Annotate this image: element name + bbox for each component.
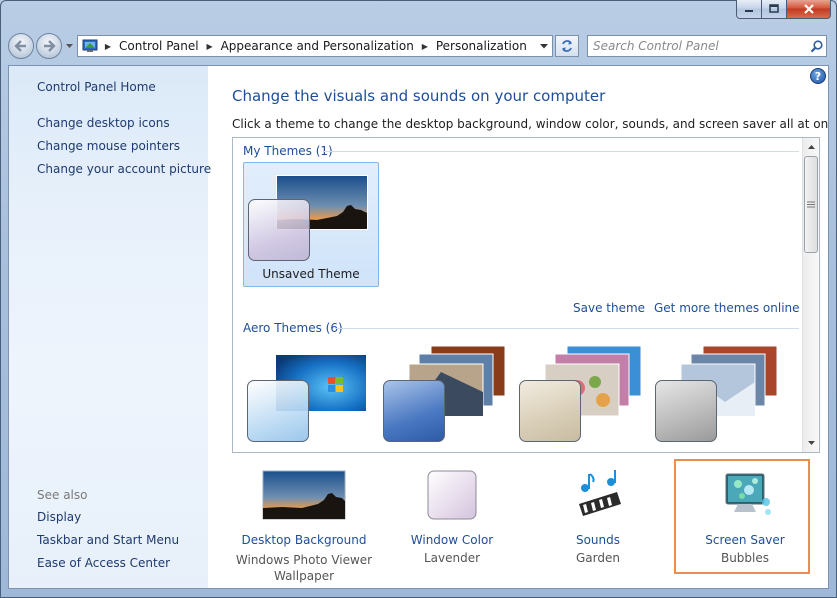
- screen-saver-highlight: [674, 459, 810, 574]
- save-theme-link[interactable]: Save theme: [573, 301, 645, 315]
- themes-scrollbar[interactable]: [802, 138, 819, 452]
- forward-arrow-icon: [44, 40, 56, 52]
- grip-icon: [807, 201, 815, 208]
- theme-architecture[interactable]: [379, 342, 515, 452]
- scroll-down-button[interactable]: [803, 434, 819, 451]
- refresh-icon: [562, 40, 572, 52]
- theme-characters[interactable]: [515, 342, 651, 452]
- sounds-link[interactable]: Sounds: [528, 532, 668, 548]
- minimize-icon: [745, 10, 753, 12]
- aero-themes-heading: Aero Themes (6): [243, 321, 343, 335]
- see-also-ease-of-access[interactable]: Ease of Access Center: [37, 556, 170, 570]
- breadcrumb-separator-icon[interactable]: ▶: [418, 42, 432, 51]
- back-button[interactable]: [8, 33, 34, 59]
- chevron-up-icon: [807, 144, 815, 149]
- scroll-up-button[interactable]: [803, 138, 819, 155]
- chevron-down-icon: [65, 43, 73, 48]
- client-area: Control Panel Home Change desktop icons …: [8, 65, 829, 589]
- refresh-button[interactable]: [555, 35, 579, 57]
- main-content: ? Change the visuals and sounds on your …: [208, 66, 828, 588]
- scroll-thumb[interactable]: [804, 156, 818, 253]
- see-also-display[interactable]: Display: [37, 510, 81, 524]
- breadcrumb-personalization[interactable]: Personalization: [432, 39, 531, 53]
- theme-name: Unsaved Theme: [262, 267, 360, 281]
- forward-button[interactable]: [36, 33, 62, 59]
- minimize-button[interactable]: [736, 0, 762, 19]
- theme-unsaved[interactable]: Unsaved Theme: [243, 162, 379, 287]
- breadcrumb-separator-icon[interactable]: ▶: [101, 42, 115, 51]
- section-divider: [335, 328, 799, 329]
- get-more-themes-link[interactable]: Get more themes online: [654, 301, 800, 315]
- navigation-buttons: [8, 33, 74, 59]
- page-description: Click a theme to change the desktop back…: [232, 117, 829, 131]
- search-icon[interactable]: [806, 39, 826, 53]
- window-color-item[interactable]: Window Color Lavender: [382, 468, 522, 568]
- desktop-background-icon: [262, 470, 346, 520]
- theme-color-swatch: [247, 380, 309, 442]
- control-panel-icon: [81, 38, 101, 54]
- sounds-item[interactable]: Sounds Garden: [528, 468, 668, 568]
- theme-color-swatch: [383, 380, 445, 442]
- window-color-icon: [427, 470, 477, 520]
- recent-pages-dropdown[interactable]: [64, 33, 74, 59]
- help-icon[interactable]: ?: [810, 68, 826, 84]
- theme-windows-7[interactable]: [243, 342, 379, 452]
- address-bar[interactable]: ▶ Control Panel ▶ Appearance and Persona…: [77, 35, 553, 57]
- page-title: Change the visuals and sounds on your co…: [232, 87, 606, 105]
- maximize-button[interactable]: [762, 0, 787, 19]
- close-icon: [803, 4, 814, 14]
- sounds-icon: [579, 470, 621, 516]
- desktop-background-link[interactable]: Desktop Background: [234, 532, 374, 548]
- sidebar: Control Panel Home Change desktop icons …: [9, 66, 211, 588]
- sidebar-change-mouse-pointers[interactable]: Change mouse pointers: [37, 139, 180, 153]
- chevron-down-icon: [807, 440, 815, 445]
- desktop-background-item[interactable]: Desktop Background Windows Photo Viewer …: [234, 468, 374, 584]
- maximize-icon: [769, 4, 779, 13]
- sidebar-control-panel-home[interactable]: Control Panel Home: [37, 80, 156, 94]
- address-dropdown[interactable]: [536, 36, 552, 56]
- window-color-value: Lavender: [423, 551, 481, 565]
- my-themes-heading: My Themes (1): [243, 144, 333, 158]
- see-also-heading: See also: [37, 488, 88, 502]
- theme-landscapes[interactable]: [651, 342, 787, 452]
- sidebar-change-desktop-icons[interactable]: Change desktop icons: [37, 116, 170, 130]
- window-color-link[interactable]: Window Color: [382, 532, 522, 548]
- see-also-taskbar-start-menu[interactable]: Taskbar and Start Menu: [37, 533, 179, 547]
- theme-color-swatch: [248, 199, 310, 261]
- chevron-down-icon: [540, 43, 548, 48]
- sidebar-change-account-picture[interactable]: Change your account picture: [37, 162, 211, 176]
- breadcrumb-control-panel[interactable]: Control Panel: [115, 39, 203, 53]
- breadcrumb-separator-icon[interactable]: ▶: [203, 42, 217, 51]
- breadcrumb-appearance[interactable]: Appearance and Personalization: [217, 39, 418, 53]
- theme-color-swatch: [655, 380, 717, 442]
- section-divider: [323, 151, 799, 152]
- window-controls: [736, 0, 831, 20]
- theme-color-swatch: [519, 380, 581, 442]
- sounds-value: Garden: [576, 551, 620, 565]
- themes-list: My Themes (1) Unsaved Theme Save theme G…: [232, 137, 820, 453]
- search-box[interactable]: [587, 35, 827, 57]
- back-arrow-icon: [14, 40, 26, 52]
- search-input[interactable]: [588, 37, 806, 55]
- close-button[interactable]: [787, 0, 831, 19]
- desktop-background-value: Windows Photo Viewer Wallpaper: [235, 553, 373, 583]
